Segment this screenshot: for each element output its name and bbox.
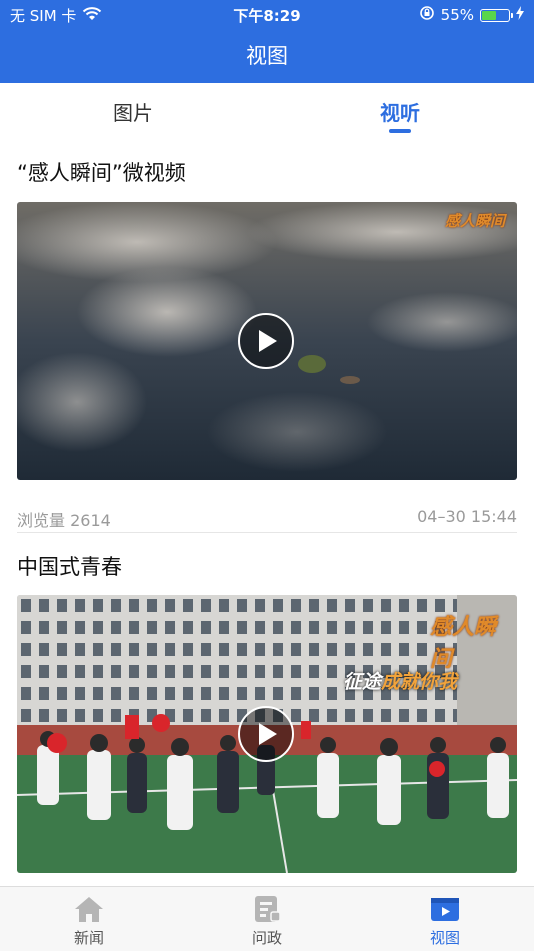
nav-label: 问政: [251, 929, 282, 947]
play-icon: [259, 330, 277, 352]
video-thumbnail[interactable]: 感人瞬间 征途成就你我: [17, 595, 517, 873]
battery-fill: [482, 10, 496, 20]
video-title[interactable]: 中国式青春: [17, 551, 517, 585]
play-button[interactable]: [238, 706, 294, 762]
nav-label: 视图: [429, 929, 460, 947]
video-thumbnail[interactable]: 感人瞬间: [17, 202, 517, 480]
publish-date: 04–30 15:44: [417, 507, 517, 526]
play-icon: [259, 723, 277, 745]
tab-audiovisual[interactable]: 视听: [340, 97, 460, 126]
play-button[interactable]: [238, 313, 294, 369]
tab-bar: 图片 视听: [0, 83, 534, 139]
card-divider: [17, 532, 517, 533]
app-header: 无 SIM 卡 下午8:29 55% 视图: [0, 0, 534, 83]
video-title[interactable]: “感人瞬间”微视频: [17, 157, 517, 191]
battery-percent: 55%: [440, 6, 474, 24]
charging-bolt-icon: [516, 6, 524, 24]
caption-part-a: 征途: [343, 671, 382, 693]
video-card[interactable]: “感人瞬间”微视频 感人瞬间 浏览量 2614 04–30 15:44: [17, 157, 517, 537]
status-bar: 无 SIM 卡 下午8:29 55%: [0, 0, 534, 28]
home-icon: [74, 895, 104, 923]
video-card[interactable]: 中国式青春 感人瞬间 征途成就你我: [17, 551, 517, 886]
view-count: 浏览量 2614: [17, 511, 111, 530]
nav-item-view[interactable]: 视图: [395, 895, 495, 948]
active-tab-indicator: [389, 129, 411, 133]
bottom-navigation: 新闻 问政 视图: [0, 886, 534, 951]
caption-part-b: 成就你我: [381, 671, 458, 693]
video-list[interactable]: “感人瞬间”微视频 感人瞬间 浏览量 2614 04–30 15:44 中国式青…: [0, 140, 534, 886]
document-icon: [252, 895, 282, 923]
nav-label: 新闻: [73, 929, 104, 947]
rotation-lock-icon: [419, 5, 435, 25]
page-title: 视图: [246, 44, 288, 68]
video-icon: [430, 895, 460, 923]
tab-pictures[interactable]: 图片: [73, 97, 193, 126]
video-watermark: 感人瞬间: [430, 614, 497, 672]
nav-item-politics[interactable]: 问政: [217, 895, 317, 948]
video-watermark: 感人瞬间: [445, 212, 506, 230]
video-caption: 征途成就你我: [343, 667, 457, 694]
battery-icon: [480, 8, 513, 22]
nav-item-news[interactable]: 新闻: [39, 895, 139, 948]
